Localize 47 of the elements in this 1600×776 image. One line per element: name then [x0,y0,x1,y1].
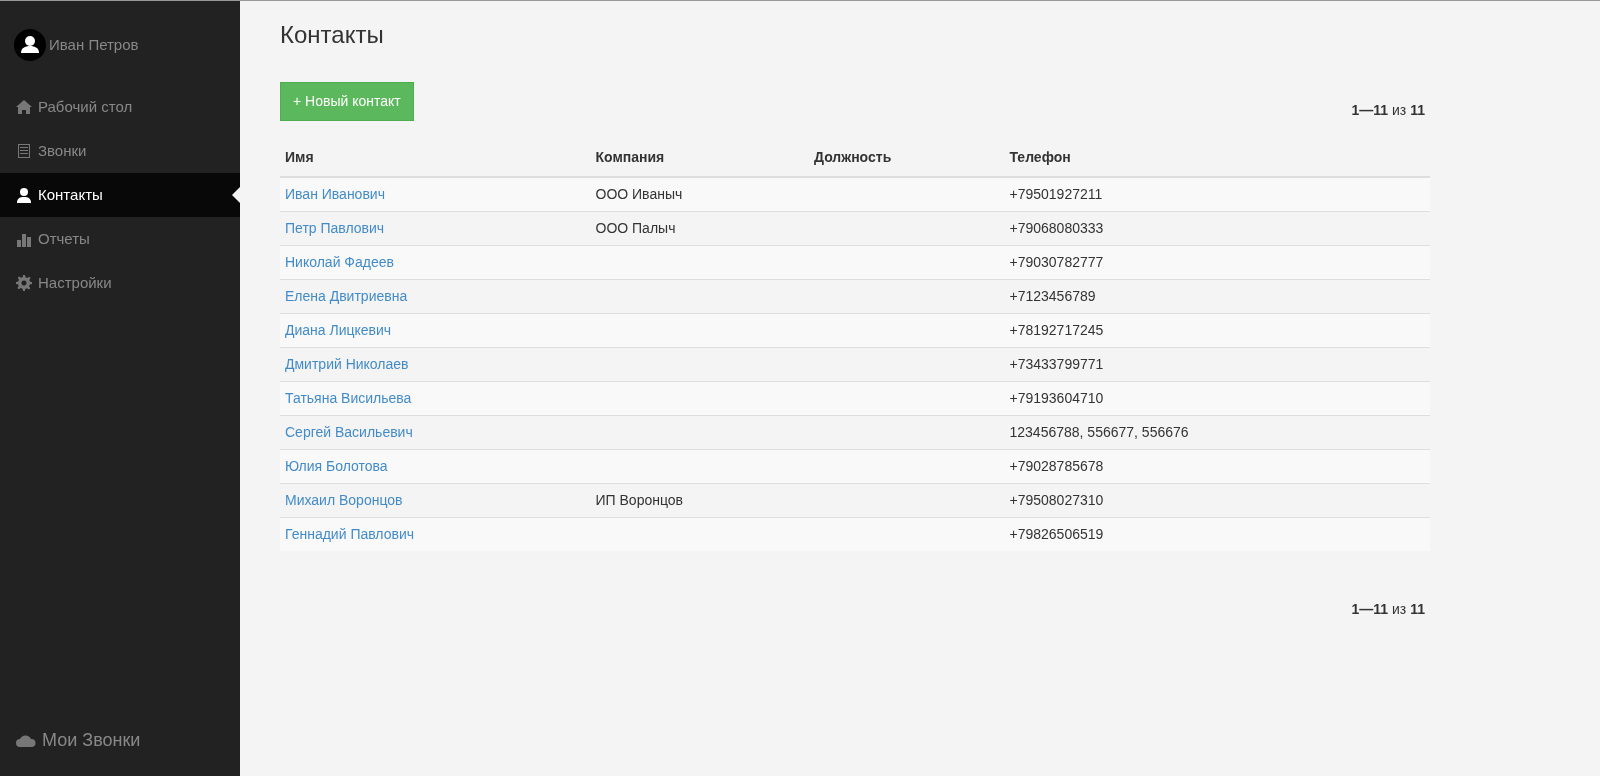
table-cell: +79508027310 [1004,483,1430,518]
list-icon [16,143,32,159]
table-cell: +79028785678 [1004,449,1430,484]
user-icon [16,187,32,203]
avatar-icon [14,29,46,61]
settings-icon [16,275,32,291]
contact-link[interactable]: Геннадий Павлович [285,525,414,542]
contact-link[interactable]: Татьяна Висильева [285,389,412,406]
page-title: Контакты [280,21,385,50]
table-cell: +73433799771 [1004,347,1430,382]
table-cell: ИП Воронцов [590,483,809,518]
column-header: Имя [280,138,591,177]
sidebar-item[interactable]: Контакты [0,173,240,217]
sidebar-item[interactable]: Отчеты [0,217,240,261]
table-cell: +79030782777 [1004,245,1430,280]
sidebar-item[interactable]: Настройки [0,261,240,305]
contact-link[interactable]: Николай Фадеев [285,253,394,270]
contact-link[interactable]: Петр Павлович [285,219,385,236]
pagination-info: 1—11 из 11 [1351,100,1426,120]
contact-link[interactable]: Иван Иванович [285,185,385,202]
table-cell: +78192717245 [1004,313,1430,348]
table-cell: 123456788, 556677, 556676 [1004,415,1430,450]
contact-link[interactable]: Диана Лицкевич [285,321,392,338]
table-cell: +79193604710 [1004,381,1430,416]
table-cell: ООО Иваныч [590,176,809,212]
contact-link[interactable]: Сергей Васильевич [285,423,413,440]
sidebar-item[interactable]: Рабочий стол [0,85,240,129]
column-header: Должность [809,138,1005,177]
table-cell: +79068080333 [1004,211,1430,246]
cloud-icon [16,734,36,747]
contact-link[interactable]: Дмитрий Николаев [285,355,409,372]
pagination-info: 1—11 из 11 [1350,599,1426,619]
contact-link[interactable]: Юлия Болотова [285,457,388,474]
column-header: Компания [590,138,809,177]
table-cell: +79501927211 [1004,176,1430,212]
contact-link[interactable]: Михаил Воронцов [285,491,403,508]
sidebar-item[interactable]: Звонки [0,129,240,173]
user-name: Иван Петров [49,34,139,55]
table-cell: +79826506519 [1004,517,1430,551]
home-icon [16,99,32,115]
bar-chart-icon [16,231,32,247]
new-contact-button[interactable]: + Новый контакт [280,81,414,121]
table-cell: +7123456789 [1004,279,1430,314]
column-header: Телефон [1004,138,1430,177]
table-cell: ООО Палыч [590,211,809,246]
app-brand: Мои Звонки [42,729,141,752]
contact-link[interactable]: Елена Двитриевна [285,287,408,304]
